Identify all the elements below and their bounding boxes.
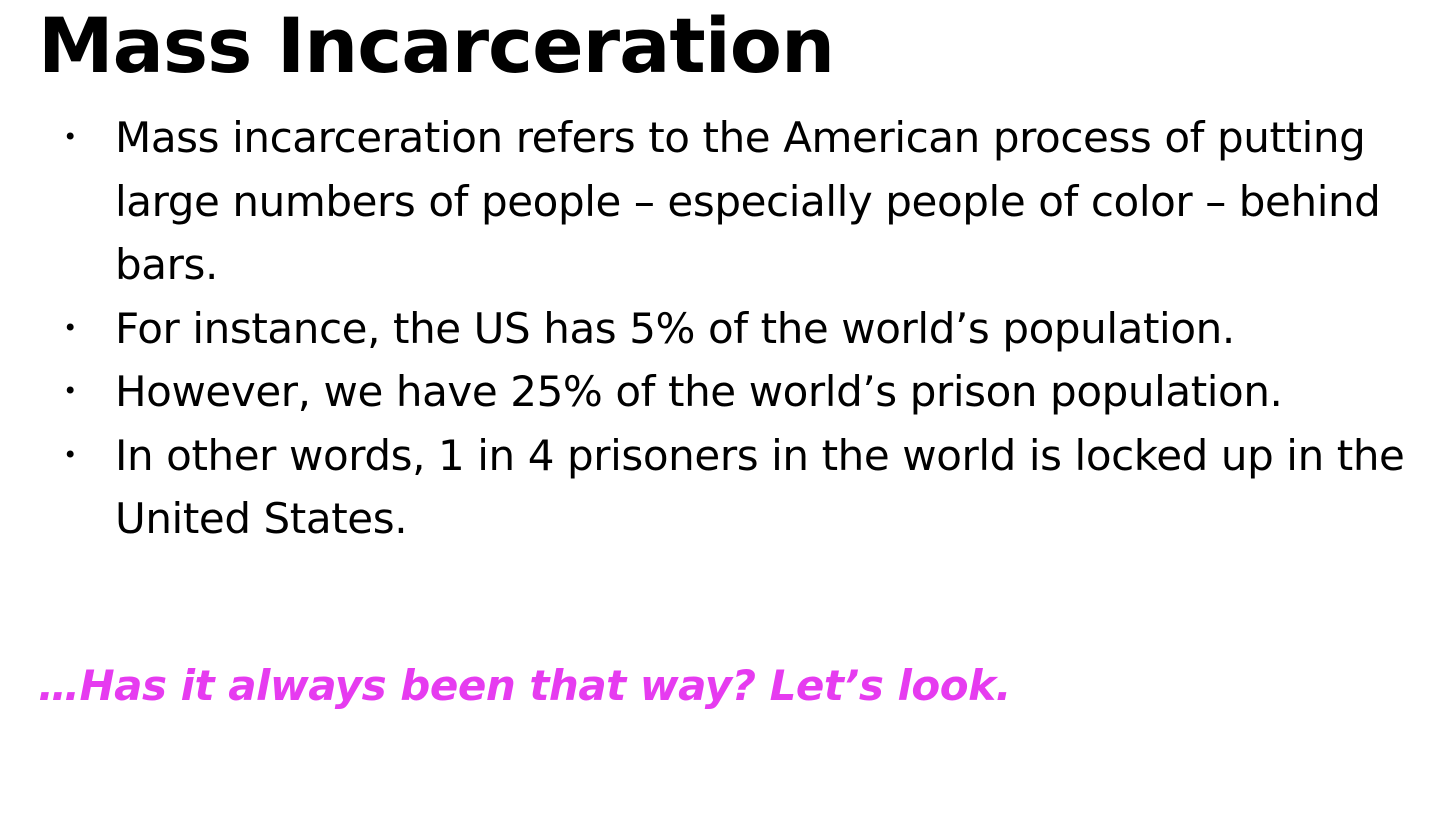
closing-question: …Has it always been that way? Let’s look… (38, 661, 1011, 710)
bullet-text: For instance, the US has 5% of the world… (115, 303, 1235, 353)
bullet-list: • Mass incarceration refers to the Ameri… (0, 106, 1420, 551)
bullet-text: Mass incarceration refers to the America… (115, 113, 1381, 289)
bullet-item-prison-population: • However, we have 25% of the world’s pr… (0, 360, 1420, 424)
slide-title: Mass Incarceration (38, 1, 835, 90)
bullet-item-ratio: • In other words, 1 in 4 prisoners in th… (0, 424, 1420, 551)
slide: Mass Incarceration • Mass incarceration … (0, 0, 1450, 816)
bullet-icon: • (63, 377, 77, 405)
bullet-item-population: • For instance, the US has 5% of the wor… (0, 297, 1420, 361)
bullet-text: In other words, 1 in 4 prisoners in the … (115, 430, 1405, 544)
bullet-text: However, we have 25% of the world’s pris… (115, 367, 1283, 416)
bullet-icon: • (63, 123, 77, 151)
bullet-icon: • (63, 313, 77, 342)
bullet-icon: • (63, 440, 77, 469)
bullet-item-definition: • Mass incarceration refers to the Ameri… (0, 106, 1420, 297)
